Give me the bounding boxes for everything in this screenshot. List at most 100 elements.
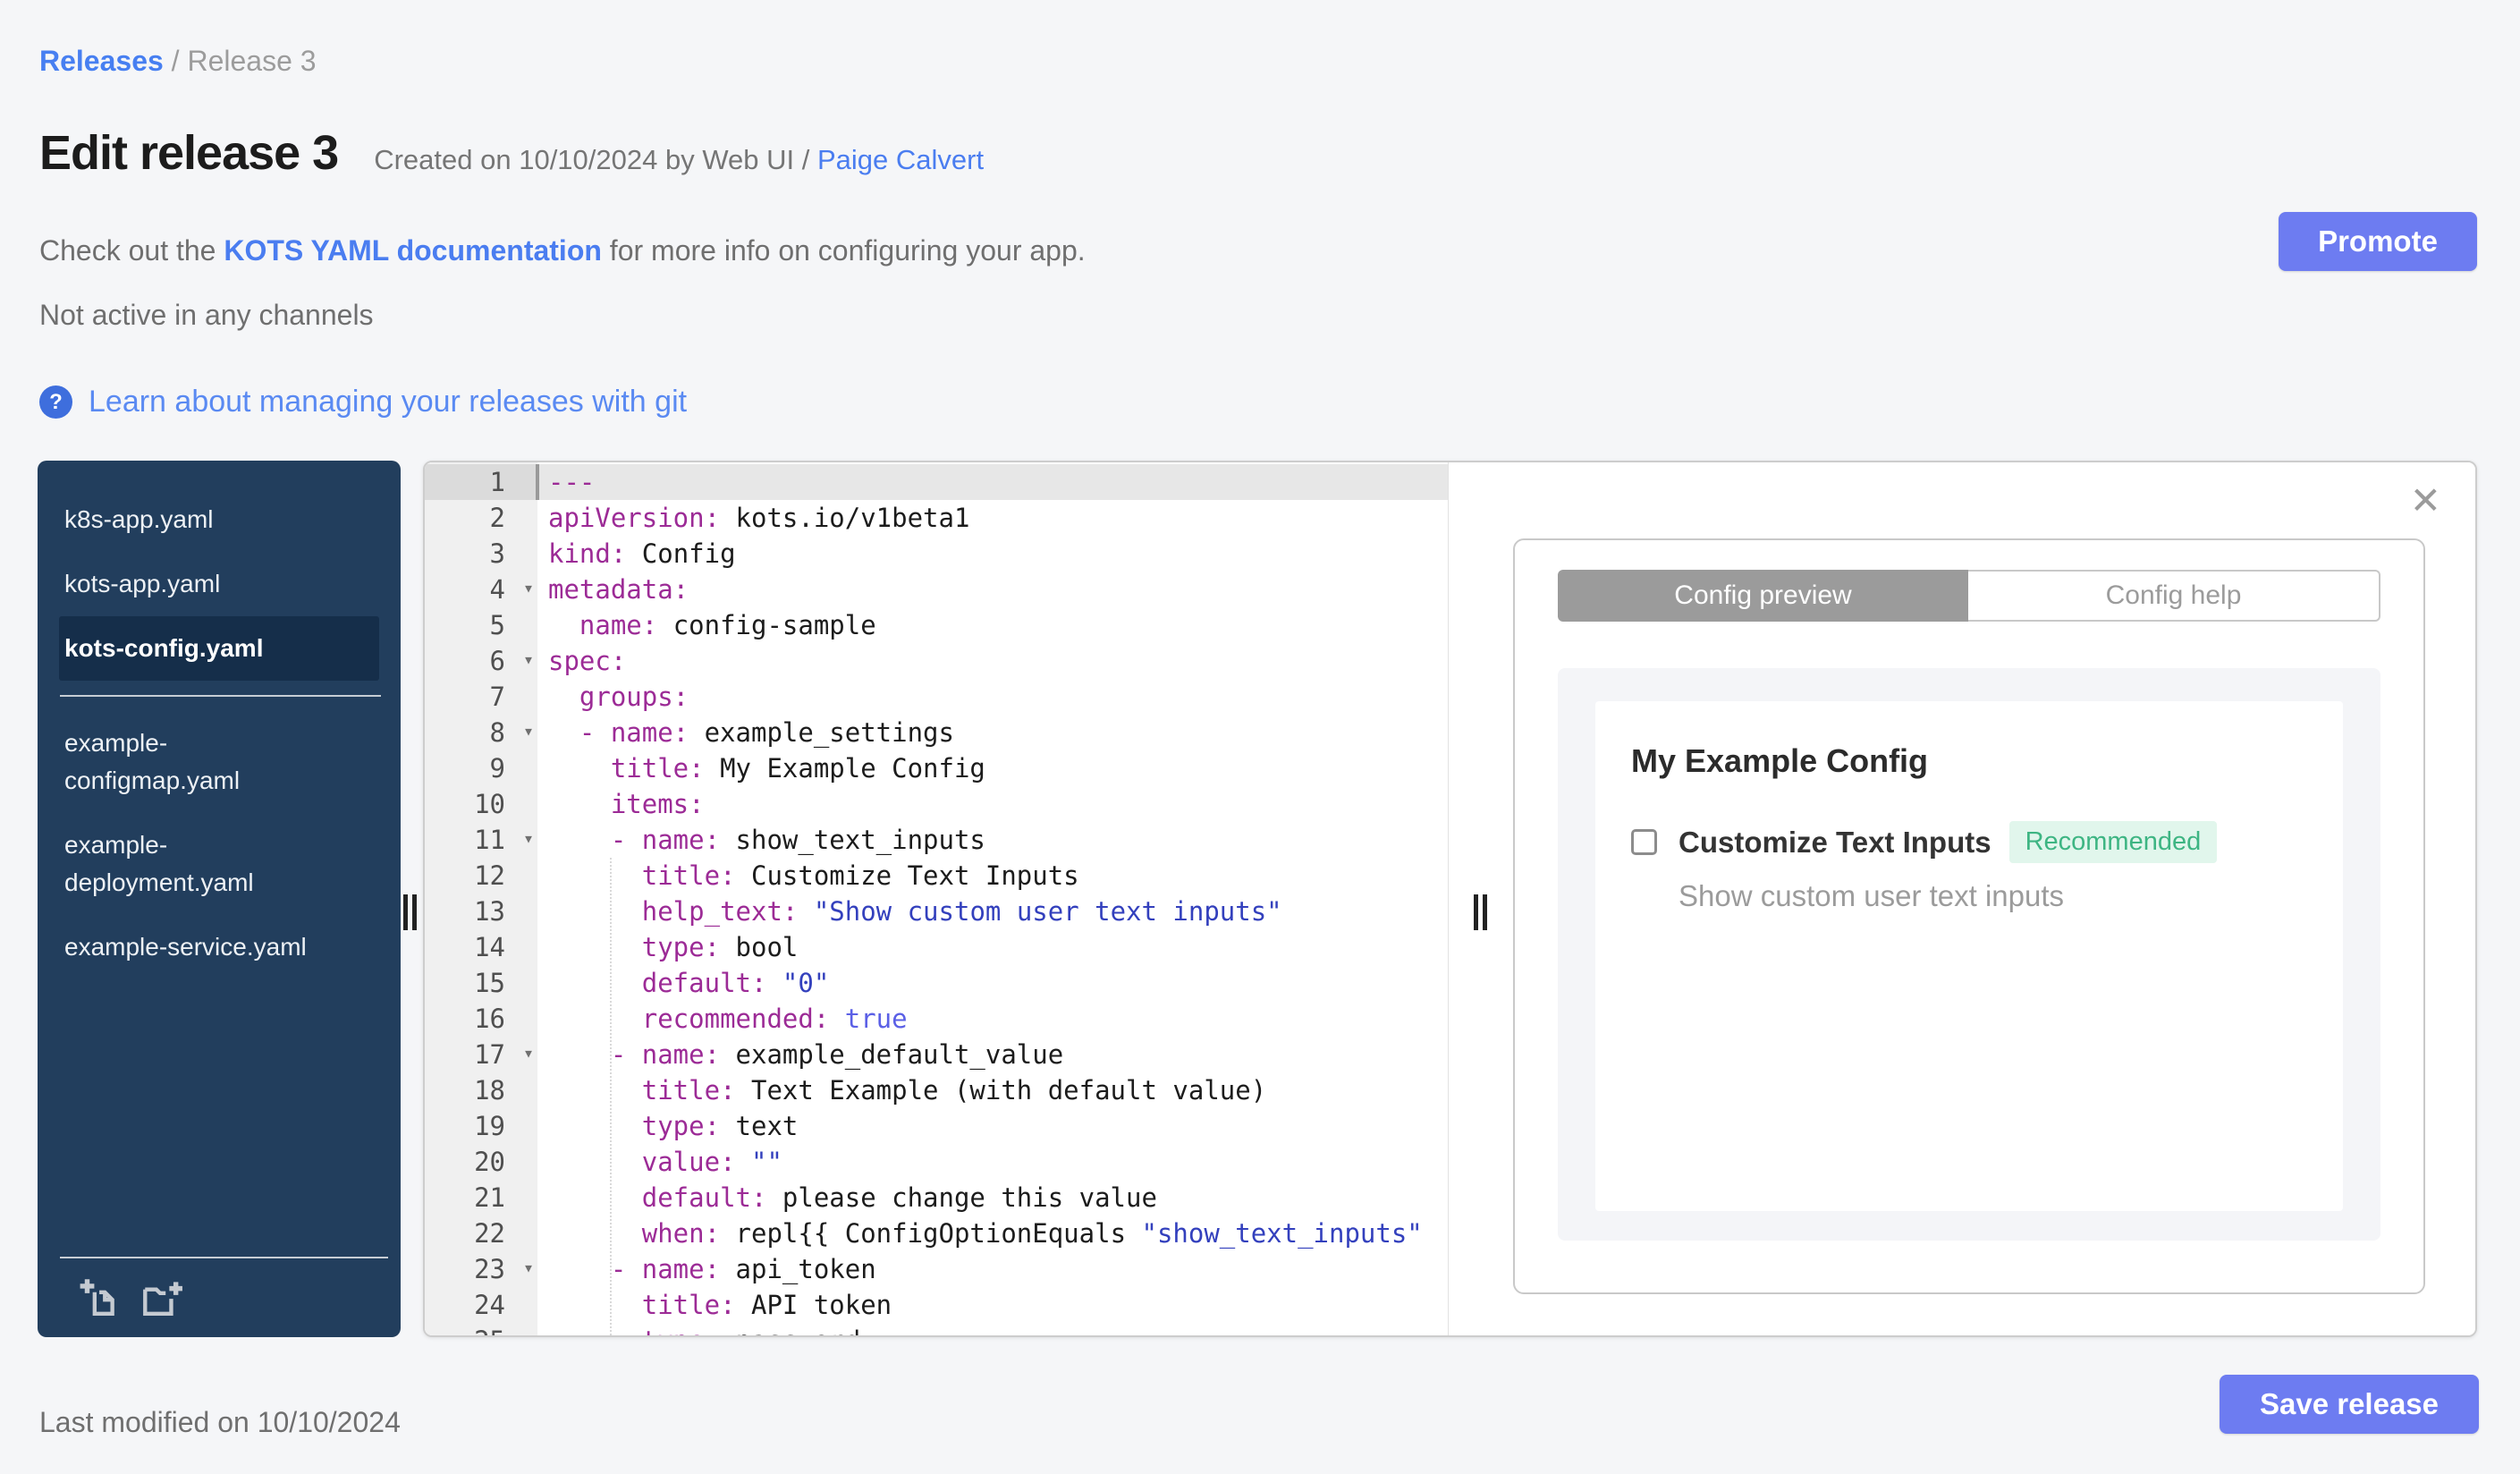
tab-config-help[interactable]: Config help xyxy=(1968,570,2380,622)
editor-line[interactable]: 8 ▾ - name: example_settings xyxy=(425,715,1448,750)
preview-tabs: Config preview Config help xyxy=(1558,570,2380,622)
sidebar-editor-gap xyxy=(401,461,423,1337)
line-number: 10 xyxy=(474,789,505,819)
line-number: 2 xyxy=(489,503,505,533)
code-text: name: config-sample xyxy=(579,610,876,640)
doc-line: Check out the KOTS YAML documentation fo… xyxy=(39,234,1086,267)
line-number: 3 xyxy=(489,538,505,569)
created-text: Created on 10/10/2024 by Web UI / Paige … xyxy=(374,144,985,175)
code-text: help_text: "Show custom user text inputs… xyxy=(641,896,1282,927)
file-item[interactable]: kots-config.yaml xyxy=(59,616,379,681)
editor-line[interactable]: 14 type: bool xyxy=(425,929,1448,965)
sidebar-divider xyxy=(60,695,381,697)
breadcrumb-current: Release 3 xyxy=(187,45,317,77)
config-item-help-text: Show custom user text inputs xyxy=(1679,879,2065,912)
editor-line[interactable]: 21 default: please change this value xyxy=(425,1180,1448,1216)
code-text: title: API token xyxy=(641,1290,892,1320)
editor-line[interactable]: 3 kind: Config xyxy=(425,536,1448,572)
line-number: 12 xyxy=(474,860,505,891)
line-number: 13 xyxy=(474,896,505,927)
editor-line[interactable]: 4 ▾ metadata: xyxy=(425,572,1448,607)
code-text: --- xyxy=(548,467,596,497)
breadcrumb-releases-link[interactable]: Releases xyxy=(39,45,164,77)
fold-arrow-icon[interactable]: ▾ xyxy=(523,641,534,677)
code-text: value: "" xyxy=(641,1147,782,1177)
editor-line[interactable]: 5 name: config-sample xyxy=(425,607,1448,643)
editor-line[interactable]: 1 --- xyxy=(425,464,1448,500)
fold-arrow-icon[interactable]: ▾ xyxy=(523,570,534,606)
editor-line[interactable]: 19 type: text xyxy=(425,1108,1448,1144)
editor-line[interactable]: 18 title: Text Example (with default val… xyxy=(425,1072,1448,1108)
editor-line[interactable]: 25 type: password xyxy=(425,1323,1448,1335)
config-render-area: My Example Config Customize Text Inputs … xyxy=(1558,668,2380,1241)
code-text: default: please change this value xyxy=(641,1182,1157,1213)
config-item-row: Customize Text Inputs Recommended xyxy=(1631,821,2343,863)
editor-line[interactable]: 20 value: "" xyxy=(425,1144,1448,1180)
close-icon[interactable]: ✕ xyxy=(2410,482,2441,520)
config-item-checkbox[interactable] xyxy=(1631,829,1657,855)
sidebar-actions xyxy=(60,1257,388,1337)
editor-line[interactable]: 10 items: xyxy=(425,786,1448,822)
new-file-icon[interactable] xyxy=(76,1275,121,1319)
help-question-icon[interactable]: ? xyxy=(39,385,72,419)
code-text: type: bool xyxy=(641,932,799,962)
file-item[interactable]: example-deployment.yaml xyxy=(59,813,379,915)
line-number: 1 xyxy=(425,464,537,500)
breadcrumb: Releases / Release 3 xyxy=(39,45,317,78)
code-text: - name: example_default_value xyxy=(610,1039,1064,1070)
editor-line[interactable]: 9 title: My Example Config xyxy=(425,750,1448,786)
editor-panel: 1 --- 2 apiVersion: kots.io/v1beta1 3 kind: C… xyxy=(423,461,2477,1337)
line-number: 14 xyxy=(474,932,505,962)
line-number: 9 xyxy=(489,753,505,784)
code-text: apiVersion: kots.io/v1beta1 xyxy=(548,503,970,533)
author-link[interactable]: Paige Calvert xyxy=(817,144,984,175)
line-number: 5 xyxy=(489,610,505,640)
breadcrumb-separator: / xyxy=(171,45,180,77)
file-item[interactable]: example-service.yaml xyxy=(59,915,379,979)
promote-button[interactable]: Promote xyxy=(2279,212,2477,271)
editor-line[interactable]: 2 apiVersion: kots.io/v1beta1 xyxy=(425,500,1448,536)
editor-line[interactable]: 15 default: "0" xyxy=(425,965,1448,1001)
code-text: type: password xyxy=(537,1323,860,1335)
fold-arrow-icon[interactable]: ▾ xyxy=(523,713,534,749)
editor-line[interactable]: 11 ▾ - name: show_text_inputs xyxy=(425,822,1448,858)
line-number: 4 ▾ xyxy=(425,572,537,607)
editor-line[interactable]: 17 ▾ - name: example_default_value xyxy=(425,1037,1448,1072)
fold-arrow-icon[interactable]: ▾ xyxy=(523,1250,534,1285)
tab-config-preview[interactable]: Config preview xyxy=(1558,570,1968,622)
code-editor[interactable]: 1 --- 2 apiVersion: kots.io/v1beta1 3 kind: C… xyxy=(425,462,1449,1335)
fold-arrow-icon[interactable]: ▾ xyxy=(523,820,534,856)
editor-line[interactable]: 12 title: Customize Text Inputs xyxy=(425,858,1448,894)
config-preview-card: Config preview Config help My Example Con… xyxy=(1513,538,2425,1294)
file-list: k8s-app.yaml kots-app.yaml kots-config.yam… xyxy=(38,461,401,1257)
editor-line[interactable]: 23 ▾ - name: api_token xyxy=(425,1251,1448,1287)
editor-lines: 1 --- 2 apiVersion: kots.io/v1beta1 3 kind: C… xyxy=(425,464,1448,1335)
file-item[interactable]: kots-app.yaml xyxy=(59,552,379,616)
code-text: spec: xyxy=(548,646,627,676)
editor-line[interactable]: 22 when: repl{{ ConfigOptionEquals "show… xyxy=(425,1216,1448,1251)
title-row: Edit release 3 Created on 10/10/2024 by … xyxy=(39,125,984,181)
editor-line[interactable]: 24 title: API token xyxy=(425,1287,1448,1323)
fold-arrow-icon[interactable]: ▾ xyxy=(523,1035,534,1071)
new-folder-icon[interactable] xyxy=(139,1275,183,1319)
code-text: kind: Config xyxy=(548,538,736,569)
file-item[interactable]: k8s-app.yaml xyxy=(59,487,379,552)
editor-line[interactable]: 13 help_text: "Show custom user text inp… xyxy=(425,894,1448,929)
channel-status: Not active in any channels xyxy=(39,299,374,331)
git-help-link[interactable]: Learn about managing your releases with … xyxy=(89,385,687,419)
kots-yaml-doc-link[interactable]: KOTS YAML documentation xyxy=(224,234,602,267)
editor-line[interactable]: 7 groups: xyxy=(425,679,1448,715)
editor-line[interactable]: 16 recommended: true xyxy=(425,1001,1448,1037)
code-text: default: "0" xyxy=(641,968,830,998)
editor-line[interactable]: 6 ▾ spec: xyxy=(425,643,1448,679)
file-item[interactable]: example-configmap.yaml xyxy=(59,711,379,813)
code-text: - name: api_token xyxy=(610,1254,876,1284)
save-release-button[interactable]: Save release xyxy=(2220,1375,2479,1434)
left-resize-handle[interactable] xyxy=(403,894,421,935)
right-resize-handle[interactable] xyxy=(1474,894,1492,935)
line-number: 21 xyxy=(474,1182,505,1213)
line-number: 7 xyxy=(489,682,505,712)
code-text: title: Text Example (with default value) xyxy=(641,1075,1267,1106)
code-text: when: repl{{ ConfigOptionEquals "show_te… xyxy=(641,1218,1423,1249)
config-preview-pane: ✕ Config preview Config help My Example C… xyxy=(1449,462,2475,1335)
